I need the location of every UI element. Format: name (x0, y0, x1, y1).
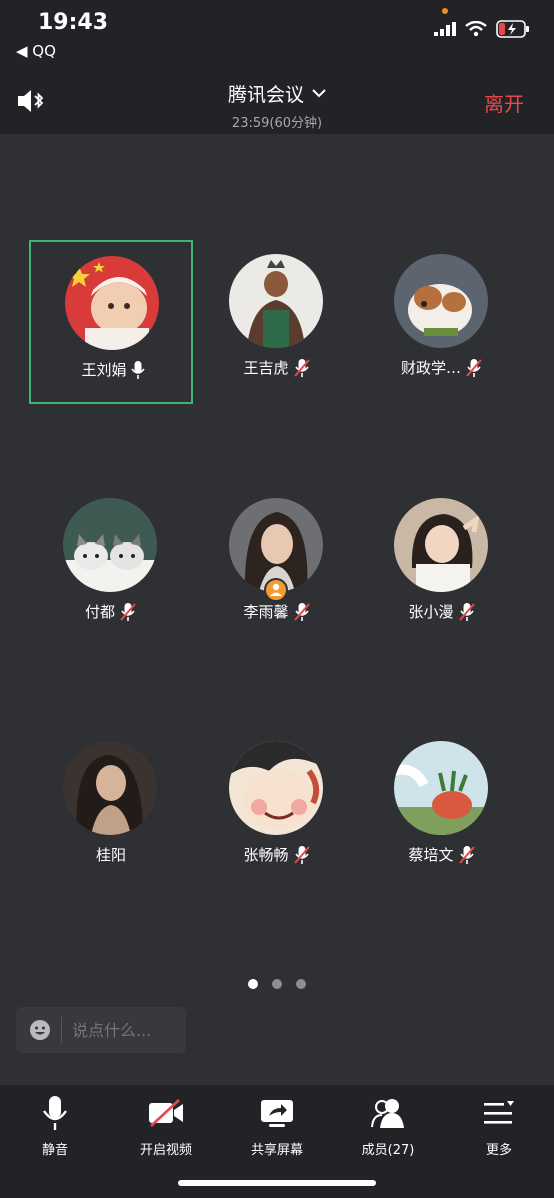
participant-tile[interactable]: 李雨馨 (195, 484, 359, 648)
status-icons (434, 20, 530, 38)
video-off-icon (149, 1099, 183, 1127)
members-icon (371, 1099, 404, 1128)
members-label: 成员(27) (361, 1143, 415, 1158)
avatar (229, 741, 323, 835)
participant-tile[interactable]: 蔡培文 (360, 727, 524, 891)
microphone-muted-icon (458, 602, 475, 621)
wifi-icon (465, 21, 487, 37)
participant-tile[interactable]: 王吉虎 (195, 240, 359, 404)
microphone-muted-icon (458, 845, 475, 864)
host-badge (264, 578, 288, 602)
microphone-muted-icon (120, 602, 136, 621)
more-label: 更多 (485, 1143, 512, 1158)
more-menu-icon (484, 1101, 514, 1124)
participant-name: 桂阳 (95, 846, 126, 864)
members-button[interactable]: 成员(27) (333, 1093, 443, 1158)
page-dot-1[interactable] (248, 979, 258, 989)
privacy-indicator-dot (442, 8, 448, 14)
avatar (229, 254, 323, 348)
microphone-muted-icon (293, 602, 310, 621)
chat-input-box[interactable] (16, 1007, 186, 1053)
avatar (63, 741, 157, 835)
chevron-down-icon (312, 89, 326, 98)
participant-tile[interactable]: 桂阳 (29, 727, 193, 891)
avatar (63, 498, 157, 592)
leave-button[interactable]: 离开 (484, 88, 524, 117)
page-dot-3[interactable] (296, 979, 306, 989)
avatar (394, 741, 488, 835)
clock: 19:43 (38, 10, 109, 35)
microphone-icon (43, 1096, 67, 1130)
participant-name: 张小漫 (408, 603, 454, 621)
participant-name: 财政学… (400, 359, 461, 377)
meeting-duration: 23:59(60分钟) (231, 116, 323, 131)
share-screen-button[interactable]: 共享屏幕 (222, 1093, 332, 1158)
chat-divider (61, 1017, 62, 1043)
more-button[interactable]: 更多 (444, 1093, 554, 1158)
avatar (65, 256, 159, 350)
microphone-icon (130, 360, 145, 379)
mute-label: 静音 (41, 1143, 68, 1158)
meeting-header: 腾讯会议 23:59(60分钟) 离开 (0, 70, 554, 134)
share-screen-label: 共享屏幕 (250, 1143, 303, 1158)
status-bar: 19:43 ◀ QQ (0, 0, 554, 70)
participant-name: 王刘娟 (81, 361, 127, 379)
chat-input[interactable] (72, 1020, 172, 1040)
microphone-muted-icon (466, 358, 482, 377)
start-video-button[interactable]: 开启视频 (111, 1093, 221, 1158)
share-screen-icon (261, 1100, 293, 1127)
page-dot-2[interactable] (272, 979, 282, 989)
participant-name: 付都 (84, 603, 115, 621)
participant-name: 蔡培文 (408, 846, 454, 864)
participant-name: 王吉虎 (243, 359, 289, 377)
emoji-icon[interactable] (29, 1019, 51, 1041)
microphone-muted-icon (293, 358, 310, 377)
avatar (394, 254, 488, 348)
microphone-muted-icon (293, 845, 310, 864)
participant-name: 张畅畅 (243, 846, 289, 864)
participant-name: 李雨馨 (243, 603, 289, 621)
participant-tile[interactable]: 张畅畅 (195, 727, 359, 891)
mute-button[interactable]: 静音 (0, 1093, 110, 1158)
meeting-title: 腾讯会议 (227, 84, 304, 106)
participant-tile[interactable]: 王刘娟 (29, 240, 193, 404)
cellular-signal-icon (434, 22, 456, 36)
participant-tile[interactable]: 财政学… (360, 240, 524, 404)
start-video-label: 开启视频 (139, 1143, 192, 1158)
participant-tile[interactable]: 张小漫 (360, 484, 524, 648)
participant-tile[interactable]: 付都 (29, 484, 193, 648)
page-indicator[interactable] (0, 979, 554, 989)
avatar (394, 498, 488, 592)
host-person-icon (270, 583, 282, 596)
back-to-app-link[interactable]: ◀ QQ (16, 42, 56, 60)
battery-charging-icon (496, 20, 529, 38)
meeting-title-area[interactable]: 腾讯会议 23:59(60分钟) (0, 80, 554, 131)
home-indicator[interactable] (178, 1180, 376, 1186)
